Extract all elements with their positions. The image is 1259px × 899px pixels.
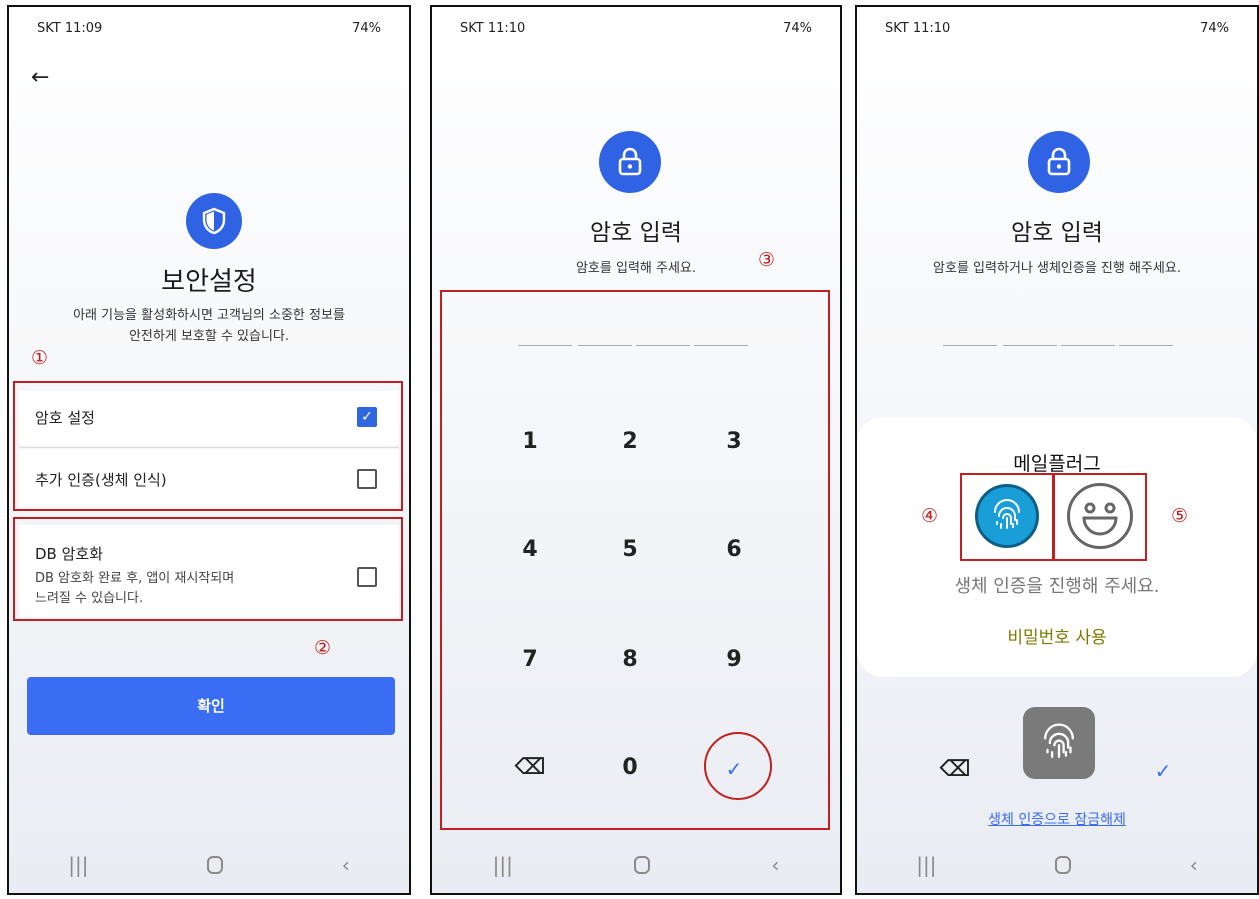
status-bar: SKT 11:09 74%	[37, 21, 381, 41]
carrier-time: SKT 11:10	[885, 21, 951, 36]
battery-level: 74%	[1200, 21, 1229, 36]
back-nav-icon[interactable]: ‹	[771, 853, 779, 877]
backspace-icon[interactable]: ⌫	[490, 755, 570, 780]
key-3[interactable]: 3	[694, 429, 774, 454]
recents-icon[interactable]: |||	[68, 853, 88, 877]
use-password-button[interactable]: 비밀번호 사용	[857, 623, 1257, 648]
key-6[interactable]: 6	[694, 537, 774, 562]
system-nav-bar: ||| ‹	[9, 837, 409, 893]
annotation-5: ⑤	[1171, 505, 1189, 527]
pin-slot	[578, 345, 632, 346]
pin-slot	[1061, 345, 1115, 346]
home-icon[interactable]	[1055, 856, 1072, 874]
fingerprint-icon[interactable]	[975, 484, 1039, 548]
pin-slot	[694, 345, 748, 346]
battery-level: 74%	[783, 21, 812, 36]
key-9[interactable]: 9	[694, 647, 774, 672]
annotation-box-2	[13, 517, 403, 621]
annotation-3: ③	[758, 249, 776, 271]
phone-screen-password-entry: SKT 11:10 74% 암호 입력 암호를 입력해 주세요. ③ 1 2 3…	[430, 5, 842, 895]
biometric-bottom-sheet: 메일플러그 ④ ⑤ 생체 인증을 진행해 주세요. 비밀번호 사용	[857, 417, 1257, 677]
confirm-button[interactable]: 확인	[27, 677, 395, 735]
biometric-unlock-link[interactable]: 생체 인증으로 잠금해제	[857, 809, 1257, 829]
key-5[interactable]: 5	[590, 537, 670, 562]
back-nav-icon[interactable]: ‹	[1190, 853, 1198, 877]
page-title: 암호 입력	[590, 220, 682, 246]
key-2[interactable]: 2	[590, 429, 670, 454]
annotation-box-1	[13, 381, 403, 511]
home-icon[interactable]	[207, 856, 224, 874]
page-title: 암호 입력	[1011, 220, 1103, 246]
key-4[interactable]: 4	[490, 537, 570, 562]
annotation-1: ①	[31, 347, 49, 369]
key-1[interactable]: 1	[490, 429, 570, 454]
page-description: 아래 기능을 활성화하시면 고객님의 소중한 정보를 안전하게 보호할 수 있습…	[39, 305, 379, 347]
carrier-time: SKT 11:10	[460, 21, 526, 36]
recents-icon[interactable]: |||	[493, 853, 513, 877]
back-arrow-icon[interactable]: ←	[31, 65, 49, 90]
fingerprint-unlock-icon[interactable]	[1023, 707, 1095, 779]
page-subtitle: 암호를 입력하거나 생체인증을 진행 해주세요.	[933, 261, 1181, 276]
pin-slot	[1119, 345, 1173, 346]
system-nav-bar: ||| ‹	[432, 837, 840, 893]
key-8[interactable]: 8	[590, 647, 670, 672]
status-bar: SKT 11:10 74%	[460, 21, 812, 41]
home-icon[interactable]	[634, 856, 651, 874]
lock-icon	[599, 131, 661, 193]
key-0[interactable]: 0	[590, 755, 670, 780]
biometric-message: 생체 인증을 진행해 주세요.	[954, 576, 1160, 597]
battery-level: 74%	[352, 21, 381, 36]
carrier-time: SKT 11:09	[37, 21, 103, 36]
page-title: 보안설정	[161, 267, 257, 297]
face-icon[interactable]	[1067, 483, 1133, 549]
description-line: 안전하게 보호할 수 있습니다.	[128, 329, 290, 344]
key-7[interactable]: 7	[490, 647, 570, 672]
pin-slot	[943, 345, 997, 346]
description-line: 아래 기능을 활성화하시면 고객님의 소중한 정보를	[73, 308, 345, 323]
annotation-2: ②	[314, 637, 332, 659]
phone-screen-biometric-prompt: SKT 11:10 74% 암호 입력 암호를 입력하거나 생체인증을 진행 해…	[855, 5, 1259, 895]
page-subtitle: 암호를 입력해 주세요.	[575, 261, 697, 276]
check-icon[interactable]: ✓	[1123, 759, 1203, 783]
pin-slot	[1003, 345, 1057, 346]
shield-icon	[186, 193, 242, 249]
lock-icon	[1028, 131, 1090, 193]
annotation-circle-check	[704, 732, 772, 800]
app-name: 메일플러그	[1013, 453, 1101, 475]
backspace-icon[interactable]: ⌫	[915, 757, 995, 782]
recents-icon[interactable]: |||	[916, 853, 936, 877]
status-bar: SKT 11:10 74%	[885, 21, 1229, 41]
pin-slot	[636, 345, 690, 346]
system-nav-bar: ||| ‹	[857, 837, 1257, 893]
pin-slot	[518, 345, 572, 346]
annotation-4: ④	[921, 505, 939, 527]
back-nav-icon[interactable]: ‹	[342, 853, 350, 877]
phone-screen-security-settings: SKT 11:09 74% ← 보안설정 아래 기능을 활성화하시면 고객님의 …	[7, 5, 411, 895]
